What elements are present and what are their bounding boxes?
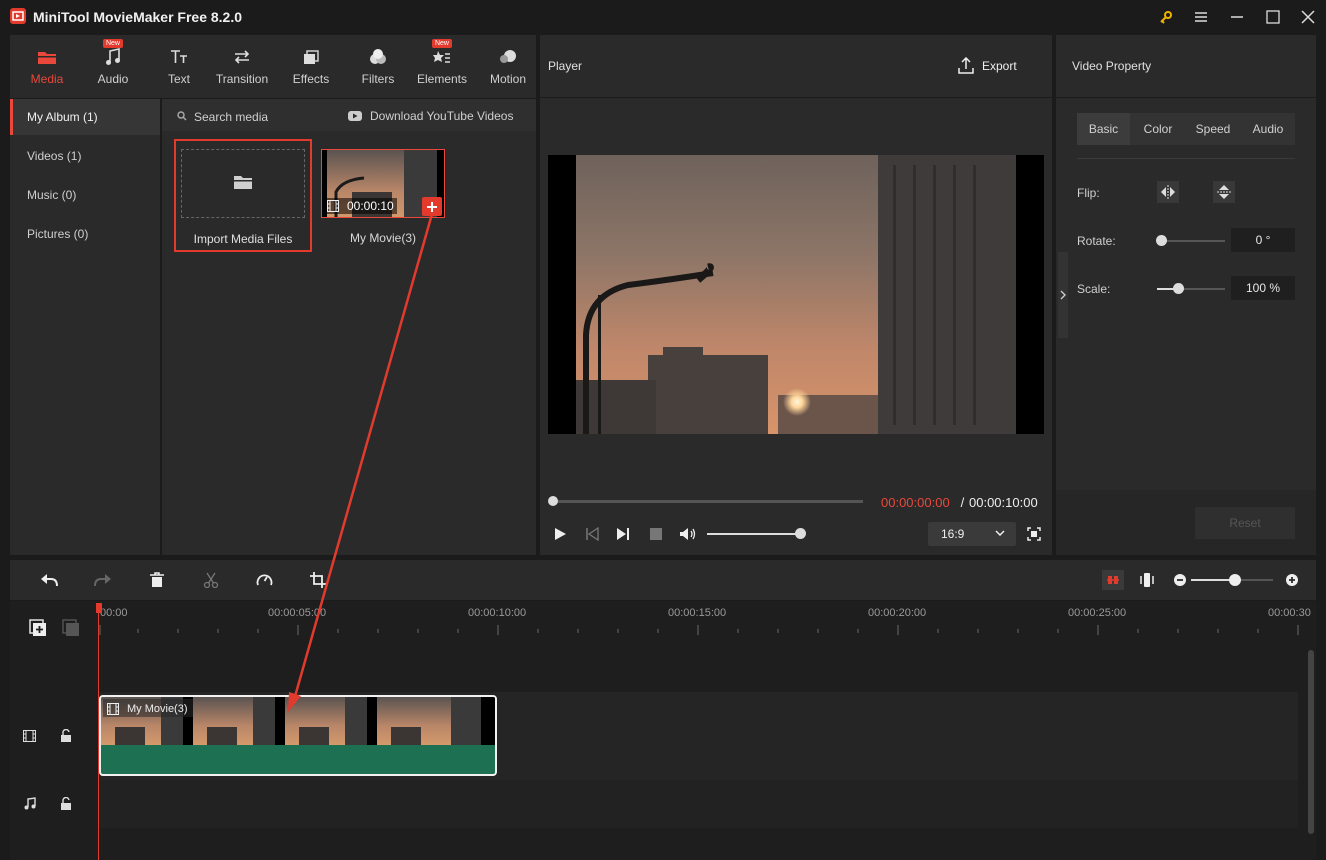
annotation-arrow — [288, 213, 434, 712]
